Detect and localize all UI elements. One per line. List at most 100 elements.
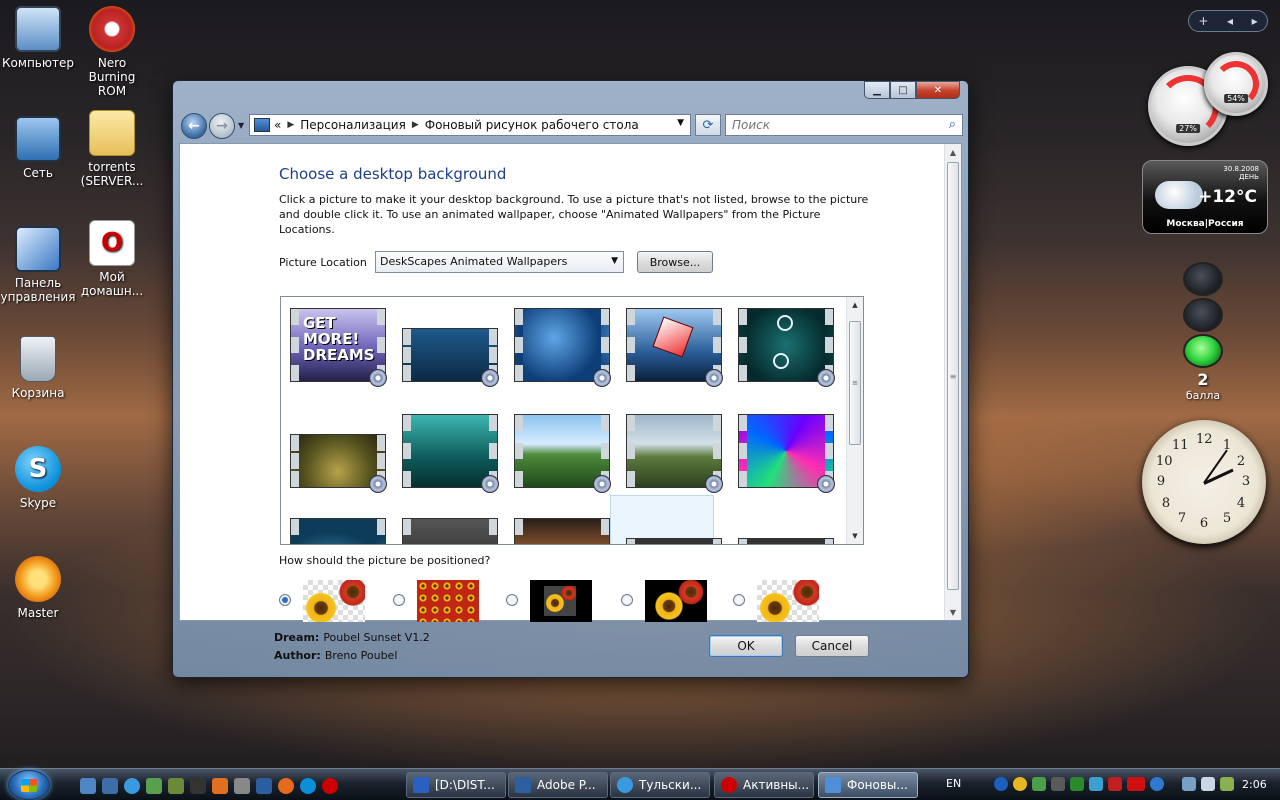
wallpaper-thumbnail[interactable] [738,308,835,387]
app-icon[interactable] [168,778,184,794]
app-icon[interactable] [234,778,250,794]
desktop-icon-label: Корзина [11,386,65,400]
skype-icon[interactable] [300,778,316,794]
breadcrumb-prefix[interactable]: « [274,118,281,132]
clock-time[interactable]: 2:06 [1242,778,1267,791]
bluetooth-icon[interactable] [994,777,1008,791]
address-bar[interactable]: « ▶ Персонализация ▶ Фоновый рисунок раб… [249,114,691,136]
position-radio[interactable] [506,594,518,606]
search-box[interactable]: ⌕ [725,114,963,136]
taskbar-task[interactable]: Активны... [714,772,814,798]
wallpaper-thumbnail[interactable] [514,308,611,387]
ati-icon[interactable] [1127,777,1145,791]
tray-app-icon[interactable] [1013,777,1027,791]
wallpaper-thumbnail[interactable] [402,328,499,387]
content-scrollbar[interactable]: ▲ ≡ ▼ [944,144,961,620]
desktop-icon-computer[interactable]: Компьютер [0,6,76,70]
desktop-icon-master[interactable]: Master [0,556,76,620]
desktop-icon-nero[interactable]: Nero Burning ROM [74,6,150,98]
cancel-button[interactable]: Cancel [795,635,869,657]
gallery-scroll-thumb[interactable]: ≡ [849,321,861,445]
next-icon[interactable]: ▸ [1252,14,1258,28]
show-desktop-icon[interactable] [80,778,96,794]
ok-button[interactable]: OK [709,635,783,657]
wallpaper-thumbnail[interactable] [626,414,723,493]
desktop-icon-torrents[interactable]: torrents (SERVER... [74,110,150,188]
position-radio[interactable] [279,594,291,606]
help-icon[interactable] [1150,777,1164,791]
scroll-up-icon[interactable]: ▲ [945,144,961,160]
back-button[interactable]: ← [181,113,207,139]
desktop-icon-opera-home[interactable]: O Мой домашн... [74,220,150,298]
search-icon[interactable]: ⌕ [949,117,956,132]
desktop-icon-recycle-bin[interactable]: Корзина [0,336,76,400]
tray-app-icon[interactable] [1070,777,1084,791]
animated-wallpaper-icon [705,475,723,493]
wallpaper-thumbnail[interactable] [514,414,611,493]
forward-button[interactable]: → [209,113,235,139]
scroll-down-icon[interactable]: ▼ [945,604,961,620]
switch-windows-icon[interactable] [102,778,118,794]
wallpaper-thumbnail[interactable]: GET MORE! DREAMS [290,308,387,387]
breadcrumb-desktop-background[interactable]: Фоновый рисунок рабочего стола [425,118,639,132]
wallpaper-thumbnail[interactable] [738,538,834,544]
tray-app-icon[interactable] [1108,777,1122,791]
minimize-button[interactable]: ▁ [864,81,890,99]
browse-button[interactable]: Browse... [637,251,713,273]
wallpaper-thumbnail[interactable] [626,538,722,544]
add-gadget-icon[interactable]: + [1198,14,1208,28]
volume-icon[interactable] [1201,777,1215,791]
internet-explorer-icon[interactable] [124,778,140,794]
taskbar-task[interactable]: [D:\DIST... [406,772,506,798]
scroll-down-icon[interactable]: ▼ [847,528,863,544]
wallpaper-thumbnail[interactable] [738,414,835,493]
position-radio[interactable] [393,594,405,606]
power-icon[interactable] [1220,777,1234,791]
dream-label: Dream: [274,631,320,644]
start-button[interactable] [8,770,50,800]
network-tool-icon[interactable] [146,778,162,794]
network-status-icon[interactable] [1182,777,1196,791]
app-icon[interactable] [190,778,206,794]
tray-app-icon[interactable] [1051,777,1065,791]
close-button[interactable]: ✕ [916,81,960,99]
search-input[interactable] [726,115,926,135]
animated-wallpaper-icon [593,475,611,493]
scroll-up-icon[interactable]: ▲ [847,297,863,313]
sidebar-controls[interactable]: + ◂ ▸ [1188,10,1268,32]
picture-location-select[interactable]: DeskScapes Animated Wallpapers ▼ [375,251,624,273]
opera-icon[interactable] [322,778,338,794]
author-label: Author: [274,649,321,662]
tray-app-icon[interactable] [1089,777,1103,791]
previous-icon[interactable]: ◂ [1227,14,1233,28]
breadcrumb-personalization[interactable]: Персонализация [300,118,406,132]
firefox-icon[interactable] [278,778,294,794]
wallpaper-thumbnail[interactable] [626,308,723,387]
gallery-scrollbar[interactable]: ▲ ≡ ▼ [846,297,863,544]
taskbar-task-active[interactable]: Фоновы... [818,772,918,798]
address-dropdown-icon[interactable]: ▼ [677,118,684,128]
animated-wallpaper-icon [481,475,499,493]
content-scroll-thumb[interactable]: ≡ [947,162,959,590]
position-radio[interactable] [621,594,633,606]
memory-meter-gadget: 54% [1204,52,1268,116]
taskbar-task[interactable]: Adobe P... [508,772,608,798]
recent-pages-dropdown[interactable]: ▼ [238,121,244,130]
office-icon[interactable] [212,778,228,794]
maximize-button[interactable]: □ [890,81,916,99]
position-radio[interactable] [733,594,745,606]
wallpaper-thumbnail-selected[interactable] [514,518,610,544]
tray-app-icon[interactable] [1032,777,1046,791]
desktop-icon-control-panel[interactable]: Панель управления [0,226,76,304]
recycle-bin-icon [20,336,56,382]
language-indicator[interactable]: EN [946,777,961,790]
desktop-icon-network[interactable]: Сеть [0,116,76,180]
wallpaper-thumbnail[interactable] [402,518,498,544]
desktop-icon-skype[interactable]: S Skype [0,446,76,510]
wallpaper-thumbnail[interactable] [290,518,386,544]
wallpaper-thumbnail[interactable] [402,414,499,493]
refresh-button[interactable]: ⟳ [695,114,721,136]
taskbar-task[interactable]: Тульски... [610,772,710,798]
photoshop-icon[interactable] [256,778,272,794]
wallpaper-thumbnail[interactable] [290,434,387,493]
